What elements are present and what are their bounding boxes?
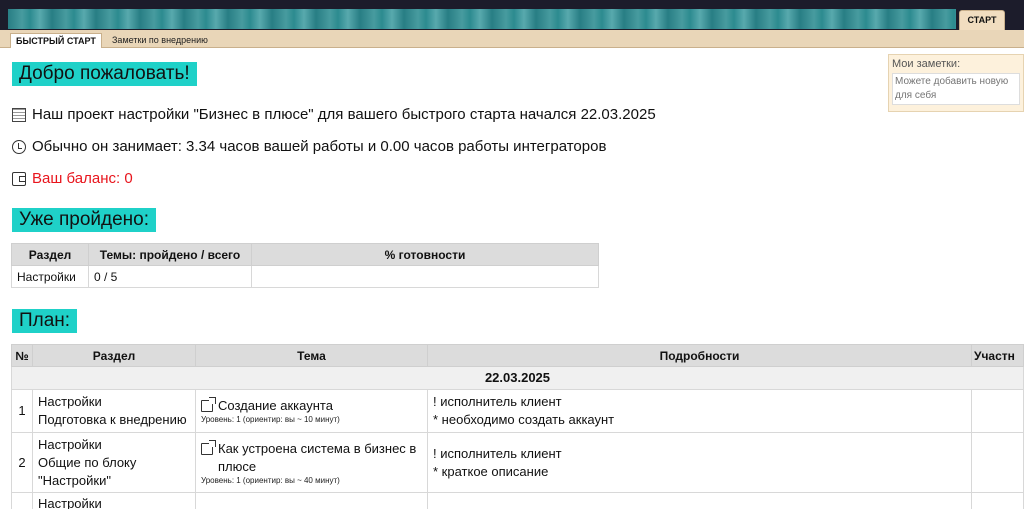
cell-num: 2 bbox=[11, 432, 33, 493]
top-bar: СТАРТ bbox=[0, 0, 1024, 30]
cell-participants bbox=[971, 492, 1024, 509]
col-details: Подробности bbox=[427, 344, 972, 367]
topic-link[interactable]: Как устроена система в бизнес в плюсе bbox=[201, 439, 422, 476]
done-heading: Уже пройдено: bbox=[12, 208, 157, 232]
my-notes-panel: Мои заметки: bbox=[888, 54, 1024, 112]
section-name: Настройки bbox=[38, 496, 102, 509]
section-name: Настройки bbox=[38, 436, 102, 452]
col-percent: % готовности bbox=[251, 243, 599, 266]
balance-text: Ваш баланс: 0 bbox=[32, 170, 133, 187]
cell-topics: 0 / 5 bbox=[88, 265, 252, 288]
cell-details bbox=[427, 492, 972, 509]
cell-topic bbox=[195, 492, 428, 509]
topic-level: Уровень: 1 (ориентир: вы ~ 10 минут) bbox=[201, 415, 340, 424]
cell-num: 1 bbox=[11, 389, 33, 433]
cell-participants bbox=[971, 389, 1024, 433]
clock-icon bbox=[12, 140, 26, 154]
subsection-name: Общие по блоку bbox=[38, 454, 137, 470]
cell-section: Настройки bbox=[11, 265, 89, 288]
col-topics: Темы: пройдено / всего bbox=[88, 243, 252, 266]
date-row: 22.03.2025 bbox=[11, 366, 1024, 390]
topic-level: Уровень: 1 (ориентир: вы ~ 40 минут) bbox=[201, 475, 340, 485]
progress-table: Раздел Темы: пройдено / всего % готовнос… bbox=[11, 243, 599, 288]
my-notes-label: Мои заметки: bbox=[892, 58, 961, 70]
header-banner bbox=[8, 9, 956, 29]
topic-link[interactable]: Создание аккаунта bbox=[201, 397, 422, 415]
external-link-icon[interactable] bbox=[201, 397, 216, 412]
topic-title[interactable]: Как устроена система в бизнес в плюсе bbox=[218, 440, 422, 476]
wallet-icon bbox=[12, 172, 26, 186]
plan-table: № Раздел Тема Подробности Участн 22.03.2… bbox=[11, 344, 1024, 509]
table-row: 2 Настройки Общие по блоку "Настройки" К… bbox=[11, 432, 1024, 493]
plan-heading: План: bbox=[12, 309, 78, 333]
table-row: 1 Настройки Подготовка к внедрению Созда… bbox=[11, 389, 1024, 433]
calendar-icon bbox=[12, 108, 26, 122]
cell-section: Настройки Общие по блоку "Настройки" bbox=[32, 432, 196, 493]
start-tab[interactable]: СТАРТ bbox=[959, 10, 1005, 30]
col-topic: Тема bbox=[195, 344, 428, 367]
balance-line: Ваш баланс: 0 bbox=[12, 170, 133, 188]
date-cell: 22.03.2025 bbox=[11, 366, 1024, 390]
col-participants: Участн bbox=[971, 344, 1024, 367]
cell-percent bbox=[251, 265, 599, 288]
cell-participants bbox=[971, 432, 1024, 493]
project-info-text: Наш проект настройки "Бизнес в плюсе" дл… bbox=[32, 106, 656, 123]
project-info-line: Наш проект настройки "Бизнес в плюсе" дл… bbox=[12, 106, 656, 124]
my-notes-input[interactable] bbox=[892, 73, 1020, 105]
welcome-heading: Добро пожаловать! bbox=[12, 62, 197, 86]
topic-title[interactable]: Создание аккаунта bbox=[218, 397, 333, 415]
tab-quick-start[interactable]: БЫСТРЫЙ СТАРТ bbox=[10, 33, 102, 48]
detail-line: ! исполнитель клиент bbox=[433, 394, 562, 409]
cell-num bbox=[11, 492, 33, 509]
cell-details: ! исполнитель клиент * необходимо создат… bbox=[427, 389, 972, 433]
cell-topic: Как устроена система в бизнес в плюсе Ур… bbox=[195, 432, 428, 493]
col-section: Раздел bbox=[32, 344, 196, 367]
detail-line: * необходимо создать аккаунт bbox=[433, 412, 615, 427]
subsection-name: Подготовка к внедрению bbox=[38, 412, 187, 427]
cell-section: Настройки Подготовка к внедрению bbox=[32, 389, 196, 433]
cell-details: ! исполнитель клиент * краткое описание bbox=[427, 432, 972, 493]
cell-topic: Создание аккаунта Уровень: 1 (ориентир: … bbox=[195, 389, 428, 433]
subsection-name: "Настройки" bbox=[38, 472, 111, 488]
col-section: Раздел bbox=[11, 243, 89, 266]
table-row: Настройки 0 / 5 bbox=[11, 265, 599, 288]
detail-line: * краткое описание bbox=[433, 463, 549, 479]
time-info-line: Обычно он занимает: 3.34 часов вашей раб… bbox=[12, 138, 606, 156]
cell-section: Настройки bbox=[32, 492, 196, 509]
table-row: Настройки bbox=[11, 492, 1024, 509]
detail-line: ! исполнитель клиент bbox=[433, 445, 562, 461]
tab-implementation-notes[interactable]: Заметки по внедрению bbox=[107, 33, 213, 48]
time-info-text: Обычно он занимает: 3.34 часов вашей раб… bbox=[32, 138, 607, 155]
section-name: Настройки bbox=[38, 394, 102, 409]
tab-bar: БЫСТРЫЙ СТАРТ Заметки по внедрению bbox=[0, 30, 1024, 48]
external-link-icon[interactable] bbox=[201, 439, 216, 455]
col-num: № bbox=[11, 344, 33, 367]
